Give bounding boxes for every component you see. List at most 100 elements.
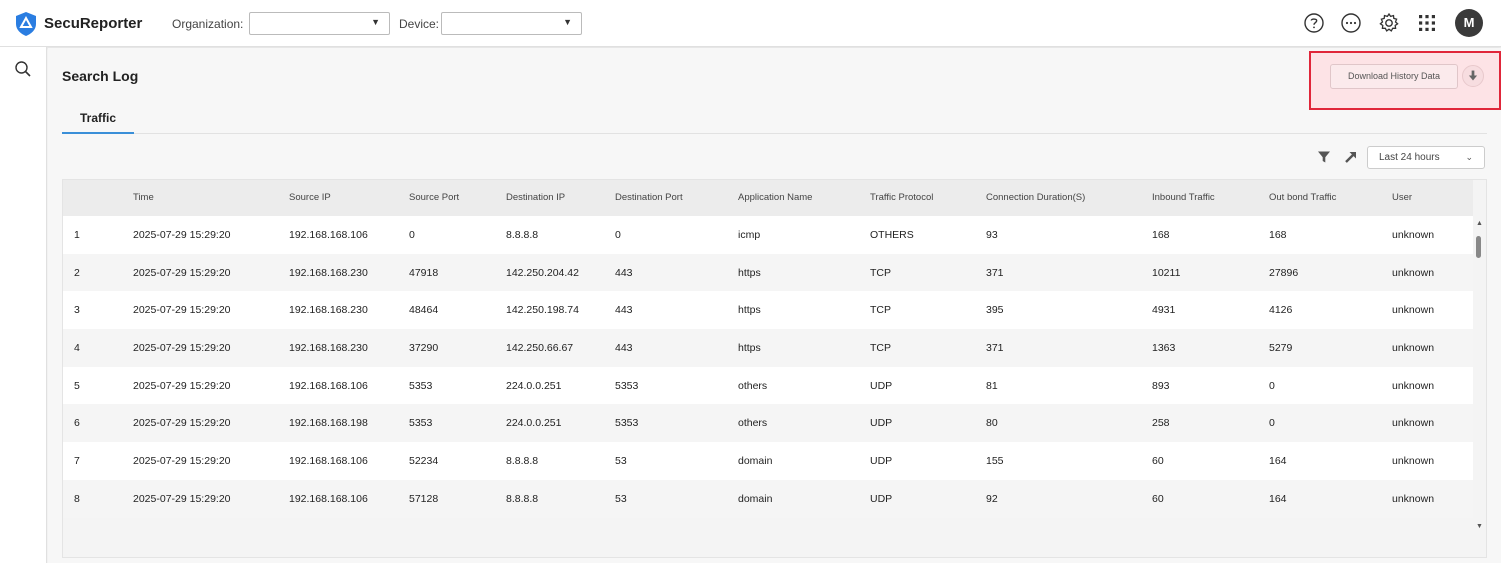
column-header[interactable]: Traffic Protocol — [870, 192, 933, 203]
table-cell: 142.250.66.67 — [506, 342, 574, 355]
organization-select[interactable]: ▼ — [249, 12, 390, 35]
table-cell: 224.0.0.251 — [506, 379, 562, 392]
table-cell: UDP — [870, 379, 893, 392]
table-row[interactable]: 6 2025-07-29 15:29:20 192.168.168.198 5353 2… — [63, 404, 1473, 443]
table-row[interactable]: 5 2025-07-29 15:29:20 192.168.168.106 5353 2… — [63, 366, 1473, 405]
table-cell: unknown — [1392, 492, 1435, 505]
more-icon[interactable] — [1340, 12, 1362, 34]
table-cell: 443 — [615, 304, 633, 317]
chevron-down-icon: ▼ — [563, 17, 572, 27]
table-cell: 8.8.8.8 — [506, 229, 539, 241]
table-cell: 0 — [1269, 417, 1275, 430]
table-cell: unknown — [1392, 455, 1435, 468]
table-row[interactable]: 1 2025-07-29 15:29:20 192.168.168.106 0 8.8.… — [63, 216, 1473, 254]
table-row[interactable]: 8 2025-07-29 15:29:20 192.168.168.106 57128… — [63, 479, 1473, 518]
logo-shield-icon — [16, 12, 36, 36]
table-cell: https — [738, 266, 761, 279]
table-cell: 53 — [615, 492, 627, 505]
column-header[interactable]: Destination IP — [506, 192, 565, 203]
table-cell: 0 — [409, 229, 415, 241]
table-cell: 8.8.8.8 — [506, 492, 539, 505]
table-body: 1 2025-07-29 15:29:20 192.168.168.106 0 8.8.… — [63, 216, 1473, 518]
table-cell: 3 — [74, 304, 80, 317]
table-cell: 1363 — [1152, 342, 1176, 355]
table-cell: 371 — [986, 266, 1004, 279]
column-header[interactable]: Out bond Traffic — [1269, 192, 1336, 203]
search-icon[interactable] — [14, 60, 32, 78]
table-row[interactable]: 3 2025-07-29 15:29:20 192.168.168.230 48464… — [63, 291, 1473, 330]
download-history-button[interactable]: Download History Data — [1330, 64, 1458, 89]
table-cell: unknown — [1392, 229, 1435, 241]
table-cell: 258 — [1152, 417, 1170, 430]
table-cell: unknown — [1392, 266, 1435, 279]
apps-grid-icon[interactable] — [1416, 12, 1438, 34]
tab-traffic[interactable]: Traffic — [62, 108, 134, 134]
scroll-up-icon[interactable]: ▲ — [1476, 220, 1483, 227]
table-cell: 81 — [986, 379, 998, 392]
table-cell: 168 — [1269, 229, 1287, 241]
scroll-down-icon[interactable]: ▼ — [1476, 523, 1483, 530]
table-cell: 1 — [74, 229, 80, 241]
table-cell: icmp — [738, 229, 761, 241]
column-header[interactable]: Inbound Traffic — [1152, 192, 1215, 203]
filter-icon[interactable] — [1317, 150, 1331, 164]
table-cell: 142.250.198.74 — [506, 304, 579, 317]
table-cell: 37290 — [409, 342, 439, 355]
table-cell: 168 — [1152, 229, 1170, 241]
table-cell: TCP — [870, 304, 891, 317]
table-cell: 192.168.168.230 — [289, 266, 368, 279]
page-title: Search Log — [62, 68, 139, 84]
help-icon[interactable] — [1303, 12, 1325, 34]
table-row[interactable]: 4 2025-07-29 15:29:20 192.168.168.230 37290… — [63, 329, 1473, 367]
table-cell: 2025-07-29 15:29:20 — [133, 455, 231, 468]
column-header[interactable]: Connection Duration(S) — [986, 192, 1085, 203]
table-cell: UDP — [870, 455, 893, 468]
table-cell: 5353 — [409, 417, 433, 430]
table-cell: 155 — [986, 455, 1004, 468]
export-icon[interactable] — [1343, 149, 1359, 165]
table-cell: others — [738, 417, 768, 430]
table-cell: 371 — [986, 342, 1004, 355]
table-cell: 2025-07-29 15:29:20 — [133, 379, 231, 392]
column-header[interactable]: Application Name — [738, 192, 812, 203]
table-cell: 60 — [1152, 455, 1164, 468]
table-cell: 192.168.168.106 — [289, 455, 368, 468]
table-cell: 2025-07-29 15:29:20 — [133, 266, 231, 279]
column-header[interactable]: Destination Port — [615, 192, 683, 203]
table-header: Time Source IP Source Port Destination I… — [63, 180, 1473, 216]
top-bar: SecuReporter Organization: ▼ Device: ▼ M — [0, 0, 1501, 47]
column-header[interactable]: Time — [133, 192, 154, 203]
table-cell: 5353 — [409, 379, 433, 392]
table-cell: TCP — [870, 342, 891, 355]
time-range-select[interactable]: Last 24 hours ⌄ — [1367, 146, 1485, 169]
settings-icon[interactable] — [1378, 12, 1400, 34]
table-scrollbar[interactable]: ▲ ▼ — [1472, 216, 1486, 530]
table-cell: 5353 — [615, 379, 639, 392]
table-cell: 192.168.168.106 — [289, 229, 368, 241]
table-cell: 53 — [615, 455, 627, 468]
download-icon[interactable] — [1462, 65, 1484, 87]
table-cell: 893 — [1152, 379, 1170, 392]
table-row[interactable]: 7 2025-07-29 15:29:20 192.168.168.106 52234… — [63, 442, 1473, 480]
table-cell: unknown — [1392, 379, 1435, 392]
table-cell: 192.168.168.106 — [289, 379, 368, 392]
device-select[interactable]: ▼ — [441, 12, 582, 35]
scrollbar-thumb[interactable] — [1476, 236, 1481, 258]
table-cell: 92 — [986, 492, 998, 505]
table-cell: 8.8.8.8 — [506, 455, 539, 468]
table-cell: 4931 — [1152, 304, 1176, 317]
table-cell: others — [738, 379, 768, 392]
table-cell: 10211 — [1152, 266, 1181, 279]
table-row[interactable]: 2 2025-07-29 15:29:20 192.168.168.230 47918… — [63, 253, 1473, 292]
table-cell: 443 — [615, 266, 633, 279]
column-header[interactable]: User — [1392, 192, 1412, 203]
avatar[interactable]: M — [1455, 9, 1483, 37]
column-header[interactable]: Source Port — [409, 192, 459, 203]
column-header[interactable]: Source IP — [289, 192, 331, 203]
table-cell: 192.168.168.230 — [289, 304, 368, 317]
table-cell: unknown — [1392, 342, 1435, 355]
table-cell: 93 — [986, 229, 998, 241]
device-label: Device: — [399, 17, 440, 31]
table-cell: 224.0.0.251 — [506, 417, 562, 430]
app-brand[interactable]: SecuReporter — [44, 15, 142, 32]
